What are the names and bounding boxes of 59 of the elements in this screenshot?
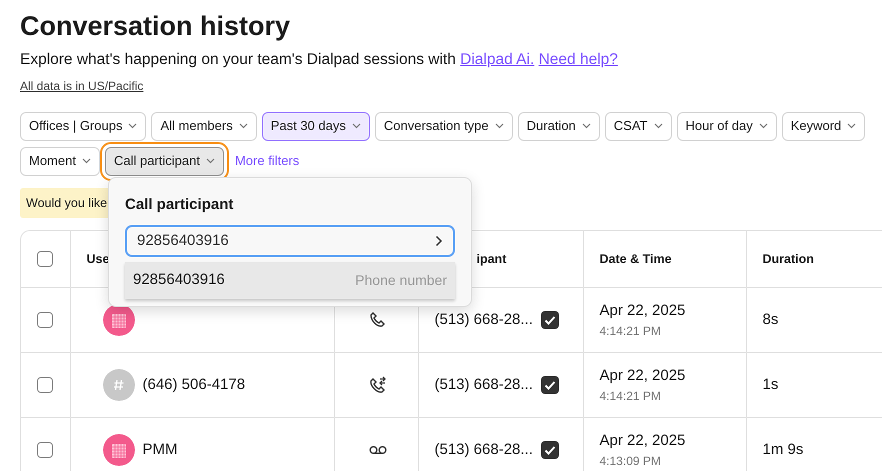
- column-header: Use: [86, 252, 110, 266]
- phone-icon: [368, 310, 386, 329]
- search-field[interactable]: 92856403916: [125, 224, 455, 256]
- row-checkbox[interactable]: [37, 442, 53, 458]
- chevron-down-icon: [494, 123, 504, 130]
- suggestion-type: Phone number: [355, 270, 447, 290]
- filter-button[interactable]: Conversation type: [374, 112, 513, 141]
- chevron-down-icon: [206, 158, 215, 164]
- call-time: 4:14:21 PM: [600, 388, 662, 406]
- call-date: Apr 22, 2025: [600, 300, 686, 321]
- call-duration: 8s: [762, 310, 778, 328]
- more-filters-link[interactable]: More filters: [228, 146, 306, 176]
- link[interactable]: Need help?: [538, 51, 618, 68]
- column-header: Date & Time: [600, 252, 672, 266]
- link[interactable]: Dialpad Ai.: [460, 51, 534, 68]
- chevron-down-icon: [82, 158, 91, 164]
- page-title: Conversation history: [20, 10, 292, 42]
- row-checkbox[interactable]: [37, 312, 53, 328]
- participant-number: (513) 668-28...: [434, 374, 533, 395]
- timezone-note: All data is in US/Pacific: [20, 78, 144, 95]
- chevron-down-icon: [654, 123, 662, 130]
- filter-button[interactable]: Hour of day: [676, 112, 777, 141]
- participant-number: (513) 668-28...: [434, 310, 533, 330]
- chevron-down-icon: [352, 123, 361, 130]
- filter-button[interactable]: Past 30 days: [262, 112, 370, 141]
- phone-transfer-icon: [368, 376, 386, 394]
- user-name: (646) 506-4178: [142, 374, 246, 395]
- filter-button[interactable]: Duration: [518, 112, 600, 141]
- chevron-right-icon: [435, 234, 443, 246]
- participant-number: (513) 668-28...: [434, 440, 533, 460]
- filter-button[interactable]: Keyword: [782, 112, 866, 141]
- calendar-avatar-icon: [102, 434, 134, 466]
- row-checkbox[interactable]: [37, 376, 53, 393]
- popover-title: Call participant: [125, 195, 234, 215]
- call-time: 4:14:21 PM: [600, 323, 662, 340]
- call-date: Apr 22, 2025: [600, 366, 686, 386]
- calendar-avatar-icon: [102, 304, 134, 336]
- chevron-down-icon: [128, 123, 138, 130]
- call-duration: 1s: [762, 376, 778, 393]
- column-header: Duration: [762, 252, 814, 266]
- filter-button[interactable]: CSAT: [604, 112, 672, 141]
- hash-avatar-icon: [102, 368, 134, 401]
- suggestion-value: 92856403916: [133, 270, 225, 290]
- filter-button[interactable]: Offices | Groups: [20, 112, 146, 141]
- suggestion-item[interactable]: 92856403916 Phone number: [125, 262, 455, 298]
- voicemail-icon: [368, 444, 386, 455]
- call-date: Apr 22, 2025: [600, 430, 686, 451]
- filter-button[interactable]: Moment: [20, 146, 100, 176]
- column-header: ipant: [476, 252, 506, 266]
- chevron-down-icon: [847, 123, 856, 130]
- user-name: PMM: [142, 440, 178, 460]
- call-duration: 1m 9s: [762, 440, 804, 458]
- chevron-down-icon: [582, 123, 591, 130]
- call-time: 4:13:09 PM: [600, 453, 662, 470]
- filter-button[interactable]: All members: [151, 112, 257, 141]
- subtitle-text: Explore what's happening on your team's Dialpad sessions with: [20, 51, 456, 68]
- select-all-checkbox[interactable]: [37, 251, 53, 268]
- chevron-down-icon: [238, 123, 248, 130]
- chevron-down-icon: [758, 123, 768, 130]
